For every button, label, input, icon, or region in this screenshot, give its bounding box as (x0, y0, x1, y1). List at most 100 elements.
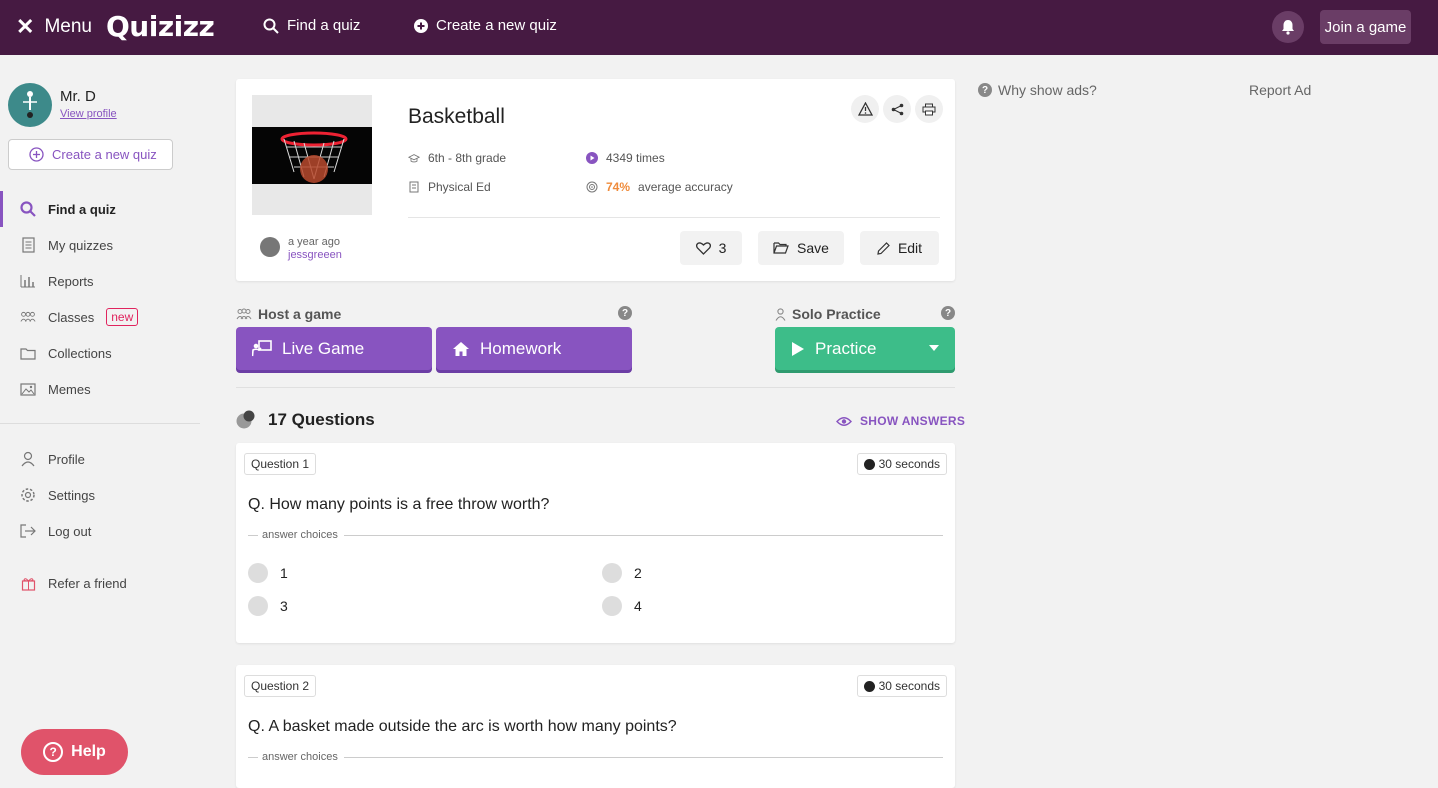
target-icon (586, 181, 598, 193)
like-button[interactable]: 3 (680, 231, 742, 265)
user-icon (775, 307, 786, 321)
new-badge: new (106, 308, 139, 326)
top-bar: ✕ Menu Quizizz Find a quiz Create a new … (0, 0, 1438, 55)
sidebar-item-find-quiz[interactable]: Find a quiz (0, 191, 200, 227)
homework-button[interactable]: Homework (436, 327, 632, 370)
sidebar: Mr. D View profile Create a new quiz Fin… (0, 55, 200, 788)
quiz-thumbnail[interactable] (252, 95, 372, 215)
solo-practice-text: Solo Practice (792, 306, 881, 322)
author-name-link[interactable]: jessgreeen (288, 249, 342, 261)
author-avatar[interactable] (260, 237, 280, 257)
answer-choice: 1 (248, 563, 288, 583)
book-icon (408, 181, 420, 193)
sidebar-create-quiz-button[interactable]: Create a new quiz (8, 139, 173, 170)
print-button[interactable] (915, 95, 943, 123)
show-answers-button[interactable]: SHOW ANSWERS (836, 414, 965, 428)
plus-circle-icon (29, 147, 44, 162)
avatar-figure-icon (23, 91, 37, 118)
sidebar-item-reports[interactable]: Reports (0, 263, 200, 299)
clock-icon (863, 458, 875, 470)
gear-icon (20, 487, 36, 503)
sidebar-item-label: My quizzes (48, 237, 114, 253)
subject-meta: Physical Ed (408, 180, 491, 194)
notifications-button[interactable] (1272, 11, 1304, 43)
choice-text: 3 (280, 598, 288, 614)
report-button[interactable] (851, 95, 879, 123)
solo-info-icon[interactable]: ? (941, 306, 955, 320)
question-number-tag: Question 2 (244, 675, 317, 697)
question-time-tag: 30 seconds (856, 675, 947, 697)
avatar[interactable] (8, 83, 52, 127)
answer-choice: 2 (602, 563, 642, 583)
choice-indicator (248, 563, 268, 583)
practice-label: Practice (815, 338, 877, 358)
save-button[interactable]: Save (758, 231, 844, 265)
subject-text: Physical Ed (428, 180, 491, 194)
question-text: Q. How many points is a free throw worth… (248, 496, 550, 513)
choice-text: 2 (634, 565, 642, 581)
view-profile-link[interactable]: View profile (60, 108, 117, 120)
sidebar-item-collections[interactable]: Collections (0, 335, 200, 371)
sidebar-item-my-quizzes[interactable]: My quizzes (0, 227, 200, 263)
menu-button[interactable]: ✕ Menu (16, 14, 92, 40)
choice-indicator (602, 563, 622, 583)
bell-icon (1282, 20, 1294, 35)
folder-icon (20, 345, 36, 361)
why-show-ads-link[interactable]: ? Why show ads? (978, 82, 1097, 98)
share-button[interactable] (883, 95, 911, 123)
grade-text: 6th - 8th grade (428, 151, 507, 165)
answer-choices-text: answer choices (262, 751, 338, 763)
question-text: Q. A basket made outside the arc is wort… (248, 718, 677, 735)
question-time-text: 30 seconds (878, 457, 940, 471)
image-icon (20, 381, 36, 397)
sidebar-item-classes[interactable]: Classes new (0, 299, 200, 335)
menu-label: Menu (44, 16, 92, 37)
live-game-label: Live Game (282, 338, 365, 358)
host-info-icon[interactable]: ? (618, 306, 632, 320)
sidebar-item-label: Settings (48, 487, 95, 503)
edit-button[interactable]: Edit (860, 231, 939, 265)
practice-button[interactable]: Practice (775, 327, 955, 370)
answer-choice: 4 (602, 596, 642, 616)
accuracy-meta: 74% average accuracy (586, 180, 733, 194)
section-divider (236, 387, 955, 388)
grade-meta: 6th - 8th grade (408, 151, 506, 165)
host-game-text: Host a game (258, 306, 342, 322)
folder-open-icon (773, 242, 789, 254)
quizizz-logo[interactable]: Quizizz (106, 10, 215, 43)
help-button[interactable]: ? Help (21, 729, 128, 775)
sidebar-item-label: Classes (48, 309, 95, 325)
document-icon (20, 237, 36, 253)
find-quiz-link[interactable]: Find a quiz (263, 17, 360, 34)
sidebar-create-quiz-label: Create a new quiz (52, 147, 157, 162)
accuracy-percent: 74% (606, 180, 631, 194)
choice-text: 4 (634, 598, 642, 614)
home-icon (453, 341, 469, 356)
edit-label: Edit (897, 240, 923, 256)
sidebar-item-refer-friend[interactable]: Refer a friend (0, 565, 200, 601)
sidebar-item-logout[interactable]: Log out (0, 513, 200, 549)
eye-icon (836, 416, 852, 426)
choice-indicator (248, 596, 268, 616)
question-icon: ? (43, 742, 64, 762)
sidebar-item-label: Collections (48, 345, 112, 361)
heart-icon (695, 241, 711, 255)
plays-meta: 4349 times (586, 151, 665, 165)
report-ad-link[interactable]: Report Ad (1249, 82, 1311, 98)
answer-choice: 3 (248, 596, 288, 616)
plus-circle-icon (414, 18, 428, 33)
sidebar-item-settings[interactable]: Settings (0, 477, 200, 513)
live-game-button[interactable]: Live Game (236, 327, 432, 370)
sidebar-item-profile[interactable]: Profile (0, 441, 200, 477)
questions-count-header: 17 Questions (236, 410, 375, 430)
basketball-hoop-image (252, 127, 372, 184)
sidebar-item-memes[interactable]: Memes (0, 371, 200, 407)
help-label: Help (71, 743, 106, 760)
join-game-button[interactable]: Join a game (1320, 10, 1411, 44)
user-icon (20, 451, 36, 467)
create-quiz-link[interactable]: Create a new quiz (414, 17, 557, 34)
sidebar-item-label: Refer a friend (48, 575, 127, 591)
sidebar-item-label: Find a quiz (48, 201, 116, 217)
chevron-down-icon[interactable] (929, 345, 939, 351)
gift-icon (20, 575, 36, 591)
